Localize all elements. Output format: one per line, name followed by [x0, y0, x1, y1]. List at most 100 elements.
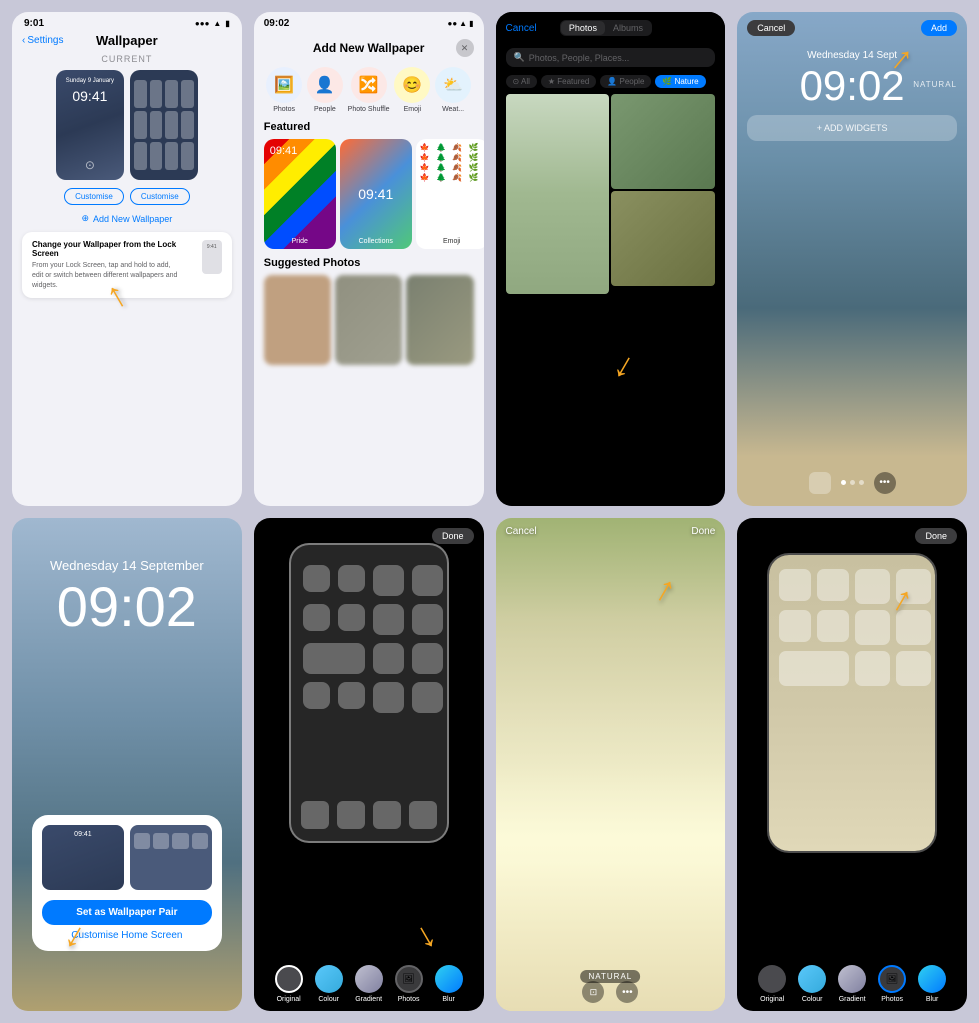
photo-icon-sm: [809, 472, 831, 494]
natural-label-4: NATURAL: [913, 80, 957, 89]
app-icon: [303, 604, 330, 631]
colour-icon: [315, 965, 343, 993]
final-option-original[interactable]: Original: [758, 965, 786, 1003]
weather-type[interactable]: ⛅ Weat...: [435, 67, 471, 113]
cell-lock-preview: Cancel Add Wednesday 14 Sept 09:02 + ADD…: [737, 12, 967, 506]
emoji-card-label: Emoji: [416, 238, 484, 245]
home-editor-done-button[interactable]: Done: [432, 528, 474, 544]
final-original-icon: [758, 965, 786, 993]
crop-cancel-button[interactable]: Cancel: [506, 526, 537, 537]
lock-screen-thumb[interactable]: Sunday 9 January 09:41 ⊙: [56, 70, 124, 180]
shuffle-label: Photo Shuffle: [348, 106, 390, 113]
app-icon: [412, 682, 443, 713]
app-dot: [172, 833, 188, 849]
dock-icon: [301, 801, 329, 829]
customise-buttons: Customise Customise: [12, 188, 242, 205]
suggested-photo-1[interactable]: [264, 275, 331, 365]
people-type[interactable]: 👤 People: [307, 67, 343, 113]
option-photos[interactable]: 🖼 Photos: [395, 965, 423, 1003]
filter-chips-row: ⊙ All ★ Featured 👤 People 🌿 Nature: [496, 71, 726, 94]
filter-people[interactable]: 👤 People: [600, 75, 651, 88]
photos-type[interactable]: 🖼️ Photos: [266, 67, 302, 113]
more-icon-7[interactable]: •••: [616, 981, 638, 1003]
cell-final-set: Done Ori: [737, 518, 967, 1012]
gradient-icon: [355, 965, 383, 993]
photo-forest-1[interactable]: [611, 94, 715, 189]
emoji-type[interactable]: 😊 Emoji: [394, 67, 430, 113]
app-dot: [150, 111, 163, 139]
final-gradient-icon: [838, 965, 866, 993]
customise-lock-button[interactable]: Customise: [64, 188, 124, 205]
photos-albums-segment[interactable]: Photos Albums: [560, 20, 652, 36]
app-dot: [165, 142, 178, 170]
option-gradient[interactable]: Gradient: [355, 965, 383, 1003]
app-icon: [373, 604, 404, 635]
customise-home-link[interactable]: Customise Home Screen: [42, 930, 212, 941]
tooltip-box: Change your Wallpaper from the Lock Scre…: [22, 232, 232, 298]
pair-lock-thumb: 09:41: [42, 825, 124, 890]
modal-header: Add New Wallpaper ✕: [254, 31, 484, 63]
home-icon: [855, 569, 890, 604]
shuffle-icon: 🔀: [351, 67, 387, 103]
close-button[interactable]: ✕: [456, 39, 474, 57]
lock-add-button[interactable]: Add: [921, 20, 957, 36]
mini-phone-time: 9:41: [207, 244, 217, 250]
pride-card[interactable]: 09:41 Pride: [264, 139, 336, 249]
dots-row: [841, 480, 864, 485]
picker-cancel-button[interactable]: Cancel: [506, 23, 537, 34]
suggested-photo-2[interactable]: [335, 275, 402, 365]
featured-cards-row: 09:41 Pride 09:41 Collections 🍁🌲🍂🌿 🍁🌲🍂🌿 …: [254, 139, 484, 257]
final-option-blur[interactable]: Blur: [918, 965, 946, 1003]
waterfall-gradient-overlay: [496, 518, 726, 1012]
photo-forest-2[interactable]: [611, 191, 715, 286]
phone-frame-8: [767, 553, 937, 853]
customise-home-button[interactable]: Customise: [130, 188, 190, 205]
final-option-colour[interactable]: Colour: [798, 965, 826, 1003]
add-wallpaper-link[interactable]: ⊕ Add New Wallpaper: [12, 213, 242, 224]
pair-lock-time: 09:41: [74, 831, 92, 838]
arrow-6: ↓: [406, 912, 443, 957]
pair-home-thumb: [130, 825, 212, 890]
app-icon: [412, 604, 443, 635]
back-button-1[interactable]: ‹ Settings: [22, 35, 63, 46]
option-original[interactable]: Original: [275, 965, 303, 1003]
filter-all[interactable]: ⊙ All: [506, 75, 537, 88]
cell-home-editor: Done: [254, 518, 484, 1012]
cell-photo-crop: Cancel Done NATURAL ⊡ ••• ↑: [496, 518, 726, 1012]
close-icon: ✕: [461, 43, 469, 54]
arrow-3: ↓: [606, 342, 643, 387]
crop-done-button[interactable]: Done: [691, 526, 715, 537]
final-option-gradient[interactable]: Gradient: [838, 965, 866, 1003]
filter-nature[interactable]: 🌿 Nature: [655, 75, 705, 88]
dot-3: [859, 480, 864, 485]
collections-card[interactable]: 09:41 Collections: [340, 139, 412, 249]
home-icon: [896, 651, 931, 686]
more-button[interactable]: •••: [874, 472, 896, 494]
filter-featured[interactable]: ★ Featured: [541, 75, 596, 88]
app-dot: [150, 80, 163, 108]
large-home-icon: [779, 651, 849, 686]
back-label-1: Settings: [27, 35, 63, 46]
search-bar[interactable]: 🔍 Photos, People, Places...: [506, 48, 716, 67]
photos-tab[interactable]: Photos: [561, 21, 605, 35]
home-screen-thumb[interactable]: [130, 70, 198, 180]
set-wallpaper-pair-button[interactable]: Set as Wallpaper Pair: [42, 900, 212, 925]
suggested-photos-row: [254, 275, 484, 365]
photo-share-icon[interactable]: ⊡: [582, 981, 604, 1003]
suggested-photo-3[interactable]: [406, 275, 473, 365]
final-done-button[interactable]: Done: [915, 528, 957, 544]
lock-cancel-button[interactable]: Cancel: [747, 20, 795, 36]
option-colour[interactable]: Colour: [315, 965, 343, 1003]
final-option-photos[interactable]: 🖼 Photos: [878, 965, 906, 1003]
status-icons-2: ●● ▲ ▮: [448, 19, 474, 28]
albums-tab[interactable]: Albums: [605, 21, 651, 35]
home-icon: [896, 610, 931, 645]
photo-shuffle-type[interactable]: 🔀 Photo Shuffle: [348, 67, 390, 113]
current-label: CURRENT: [12, 54, 242, 64]
emoji-card[interactable]: 🍁🌲🍂🌿 🍁🌲🍂🌿 🍁🌲🍂🌿 🍁🌲🍂🌿 Emoji: [416, 139, 484, 249]
app-icon: [373, 643, 404, 674]
option-blur[interactable]: Blur: [435, 965, 463, 1003]
photo-waterfall-tall[interactable]: [506, 94, 610, 294]
app-icon: [373, 565, 404, 596]
widgets-bar[interactable]: + ADD WIDGETS: [747, 115, 957, 141]
